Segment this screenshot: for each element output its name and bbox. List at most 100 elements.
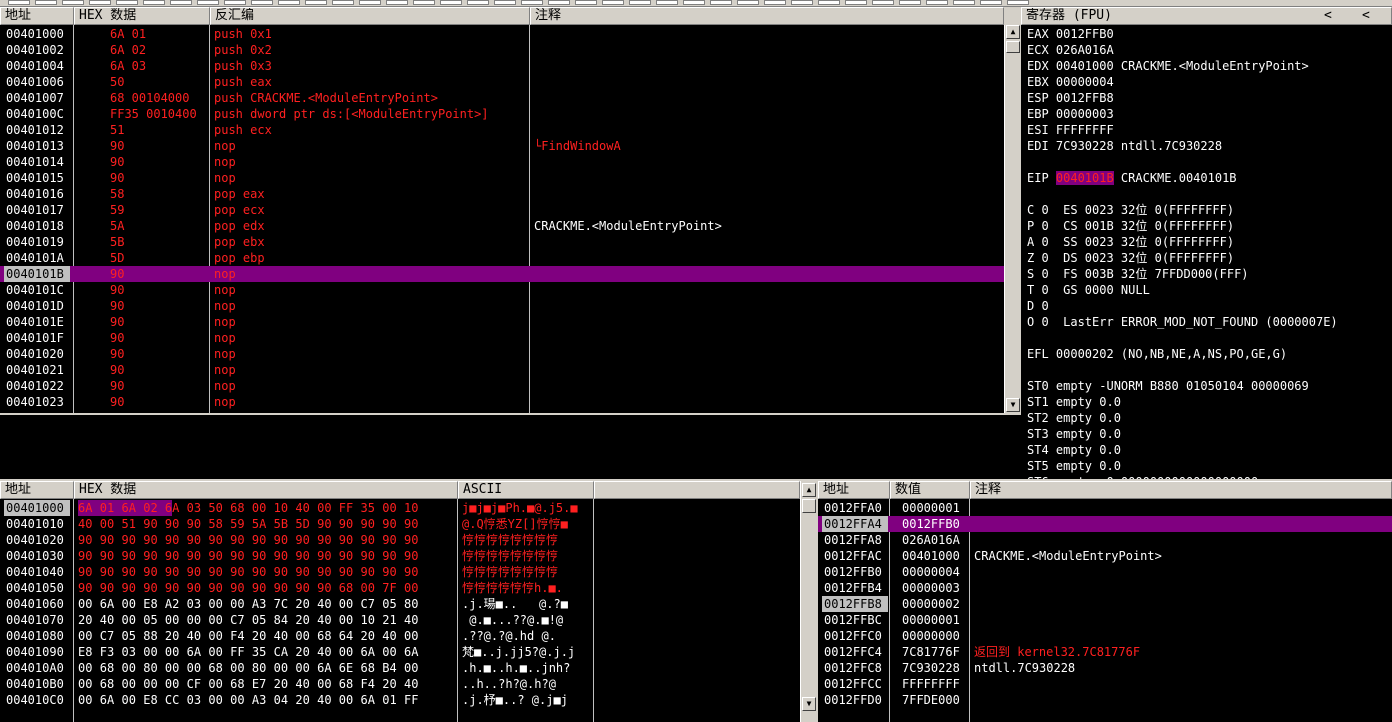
register-line[interactable]: ST3 empty 0.0 (1027, 426, 1121, 442)
toolbar-button[interactable] (737, 0, 759, 5)
scroll-down-icon[interactable]: ▼ (802, 697, 816, 711)
register-line[interactable]: EBX 00000004 (1027, 74, 1114, 90)
register-line[interactable]: EBP 00000003 (1027, 106, 1114, 122)
dump-row[interactable]: 00401070 20 40 00 05 00 00 00 C7 05 84 20… (0, 612, 800, 628)
col-header-comment[interactable]: 注释 (530, 7, 1004, 25)
scroll-down-icon[interactable]: ▼ (1006, 398, 1020, 412)
stack-header-value[interactable]: 数值 (890, 481, 970, 499)
arrow-left-icon-2[interactable]: < (1362, 8, 1370, 24)
register-line[interactable]: S 0 FS 003B 32位 7FFDD000(FFF) (1027, 266, 1249, 282)
register-line[interactable]: ST1 empty 0.0 (1027, 394, 1121, 410)
register-line[interactable]: ST6 empty -0.0000000000000000000 (1027, 474, 1258, 479)
toolbar-button[interactable] (35, 0, 57, 5)
dump-row[interactable]: 00401050 90 90 90 90 90 90 90 90 90 90 90… (0, 580, 800, 596)
toolbar-button[interactable] (710, 0, 732, 5)
toolbar-button[interactable] (818, 0, 840, 5)
toolbar-button[interactable] (278, 0, 300, 5)
register-line[interactable]: EDX 00401000 CRACKME.<ModuleEntryPoint> (1027, 58, 1309, 74)
disasm-row[interactable]: 00401017 59 pop ecx (0, 202, 1004, 218)
toolbar-button[interactable] (629, 0, 651, 5)
toolbar-button[interactable] (953, 0, 975, 5)
stack-row[interactable]: 0012FFB0 00000004 (818, 564, 1392, 580)
disasm-row[interactable]: 00401014 90 nop (0, 154, 1004, 170)
arrow-left-icon[interactable]: < (1324, 8, 1332, 24)
dump-header-address[interactable]: 地址 (0, 481, 74, 499)
toolbar-button[interactable] (602, 0, 624, 5)
registers-title-bar[interactable]: 寄存器 (FPU) < < (1021, 7, 1392, 25)
scroll-up-icon[interactable]: ▲ (1006, 25, 1020, 39)
register-line[interactable]: ST5 empty 0.0 (1027, 458, 1121, 474)
dump-row[interactable]: 00401080 00 C7 05 88 20 40 00 F4 20 40 00… (0, 628, 800, 644)
disasm-row[interactable]: 0040101B 90 nop (0, 266, 1004, 282)
disasm-row[interactable]: 0040101C 90 nop (0, 282, 1004, 298)
disasm-row[interactable]: 00401015 90 nop (0, 170, 1004, 186)
dump-header-ascii[interactable]: ASCII (458, 481, 594, 499)
toolbar-button[interactable] (845, 0, 867, 5)
register-line[interactable]: O 0 LastErr ERROR_MOD_NOT_FOUND (0000007… (1027, 314, 1338, 330)
stack-row[interactable]: 0012FFCC FFFFFFFF (818, 676, 1392, 692)
toolbar-button[interactable] (764, 0, 786, 5)
col-header-hex[interactable]: HEX 数据 (74, 7, 210, 25)
disasm-row[interactable]: 00401021 90 nop (0, 362, 1004, 378)
register-line[interactable]: ECX 026A016A (1027, 42, 1114, 58)
register-line[interactable]: Z 0 DS 0023 32位 0(FFFFFFFF) (1027, 250, 1234, 266)
dump-row[interactable]: 004010A0 00 68 00 80 00 00 68 00 80 00 00… (0, 660, 800, 676)
disasm-row[interactable]: 0040100C FF35 0010400 push dword ptr ds:[<… (0, 106, 1004, 122)
toolbar-button[interactable] (332, 0, 354, 5)
dump-scrollbar[interactable]: ▲ ▼ (800, 481, 816, 722)
toolbar-button[interactable] (413, 0, 435, 5)
disasm-row[interactable]: 00401013 90 nop └FindWindowA (0, 138, 1004, 154)
stack-header-address[interactable]: 地址 (818, 481, 890, 499)
cpu-scrollbar[interactable]: ▲ ▼ (1004, 25, 1021, 413)
stack-row[interactable]: 0012FFC4 7C81776F 返回到 kernel32.7C81776F (818, 644, 1392, 660)
scroll-up-icon[interactable]: ▲ (802, 483, 816, 497)
dump-row[interactable]: 004010B0 00 68 00 00 00 CF 00 68 E7 20 40… (0, 676, 800, 692)
scroll-thumb[interactable] (802, 499, 816, 513)
toolbar-button[interactable] (143, 0, 165, 5)
register-line[interactable]: EAX 0012FFB0 (1027, 26, 1114, 42)
toolbar-button[interactable] (197, 0, 219, 5)
toolbar-button[interactable] (791, 0, 813, 5)
disasm-row[interactable]: 0040101A 5D pop ebp (0, 250, 1004, 266)
toolbar-button[interactable] (8, 0, 30, 5)
toolbar-button[interactable] (1007, 0, 1029, 5)
stack-row[interactable]: 0012FFB8 00000002 (818, 596, 1392, 612)
disasm-row[interactable]: 0040101E 90 nop (0, 314, 1004, 330)
dump-row[interactable]: 00401090 E8 F3 03 00 00 6A 00 FF 35 CA 20… (0, 644, 800, 660)
disasm-row[interactable]: 0040101F 90 nop (0, 330, 1004, 346)
dump-row[interactable]: 004010C0 00 6A 00 E8 CC 03 00 00 A3 04 20… (0, 692, 800, 708)
toolbar-button[interactable] (89, 0, 111, 5)
col-header-disasm[interactable]: 反汇编 (210, 7, 530, 25)
toolbar-button[interactable] (440, 0, 462, 5)
disasm-row[interactable]: 00401002 6A 02 push 0x2 (0, 42, 1004, 58)
disasm-row[interactable]: 00401018 5A pop edx CRACKME.<ModuleEntryPoi… (0, 218, 1004, 234)
register-line[interactable]: EDI 7C930228 ntdll.7C930228 (1027, 138, 1222, 154)
stack-row[interactable]: 0012FFAC 00401000 CRACKME.<ModuleEntryPoin… (818, 548, 1392, 564)
toolbar-button[interactable] (359, 0, 381, 5)
register-line[interactable]: ST2 empty 0.0 (1027, 410, 1121, 426)
toolbar-button[interactable] (251, 0, 273, 5)
dump-row[interactable]: 00401030 90 90 90 90 90 90 90 90 90 90 90… (0, 548, 800, 564)
disasm-row[interactable]: 00401016 58 pop eax (0, 186, 1004, 202)
toolbar-button[interactable] (980, 0, 1002, 5)
stack-row[interactable]: 0012FFA4 0012FFB0 (818, 516, 1392, 532)
disasm-row[interactable]: 0040101D 90 nop (0, 298, 1004, 314)
stack-header-comment[interactable]: 注释 (970, 481, 1392, 499)
stack-row[interactable]: 0012FFBC 00000001 (818, 612, 1392, 628)
eip-value[interactable]: 0040101B (1055, 171, 1114, 185)
toolbar-button[interactable] (656, 0, 678, 5)
registers-view[interactable]: EAX 0012FFB0 ECX 026A016A EDX 00401000 CRA… (1021, 25, 1392, 479)
toolbar-button[interactable] (872, 0, 894, 5)
register-line[interactable]: ST0 empty -UNORM B880 01050104 00000069 (1027, 378, 1309, 394)
stack-row[interactable]: 0012FFA0 00000001 (818, 500, 1392, 516)
register-line[interactable]: ESI FFFFFFFF (1027, 122, 1114, 138)
register-line[interactable]: P 0 CS 001B 32位 0(FFFFFFFF) (1027, 218, 1234, 234)
toolbar-button[interactable] (62, 0, 84, 5)
register-line[interactable]: T 0 GS 0000 NULL (1027, 282, 1150, 298)
stack-row[interactable]: 0012FFD0 7FFDE000 (818, 692, 1392, 708)
scroll-thumb[interactable] (1006, 41, 1020, 53)
dump-row[interactable]: 00401010 40 00 51 90 90 90 58 59 5A 5B 5D… (0, 516, 800, 532)
disassembly-view[interactable]: 00401000 6A 01 push 0x1 00401002 6A 02 push 0… (0, 25, 1004, 413)
toolbar-button[interactable] (170, 0, 192, 5)
toolbar-button[interactable] (575, 0, 597, 5)
